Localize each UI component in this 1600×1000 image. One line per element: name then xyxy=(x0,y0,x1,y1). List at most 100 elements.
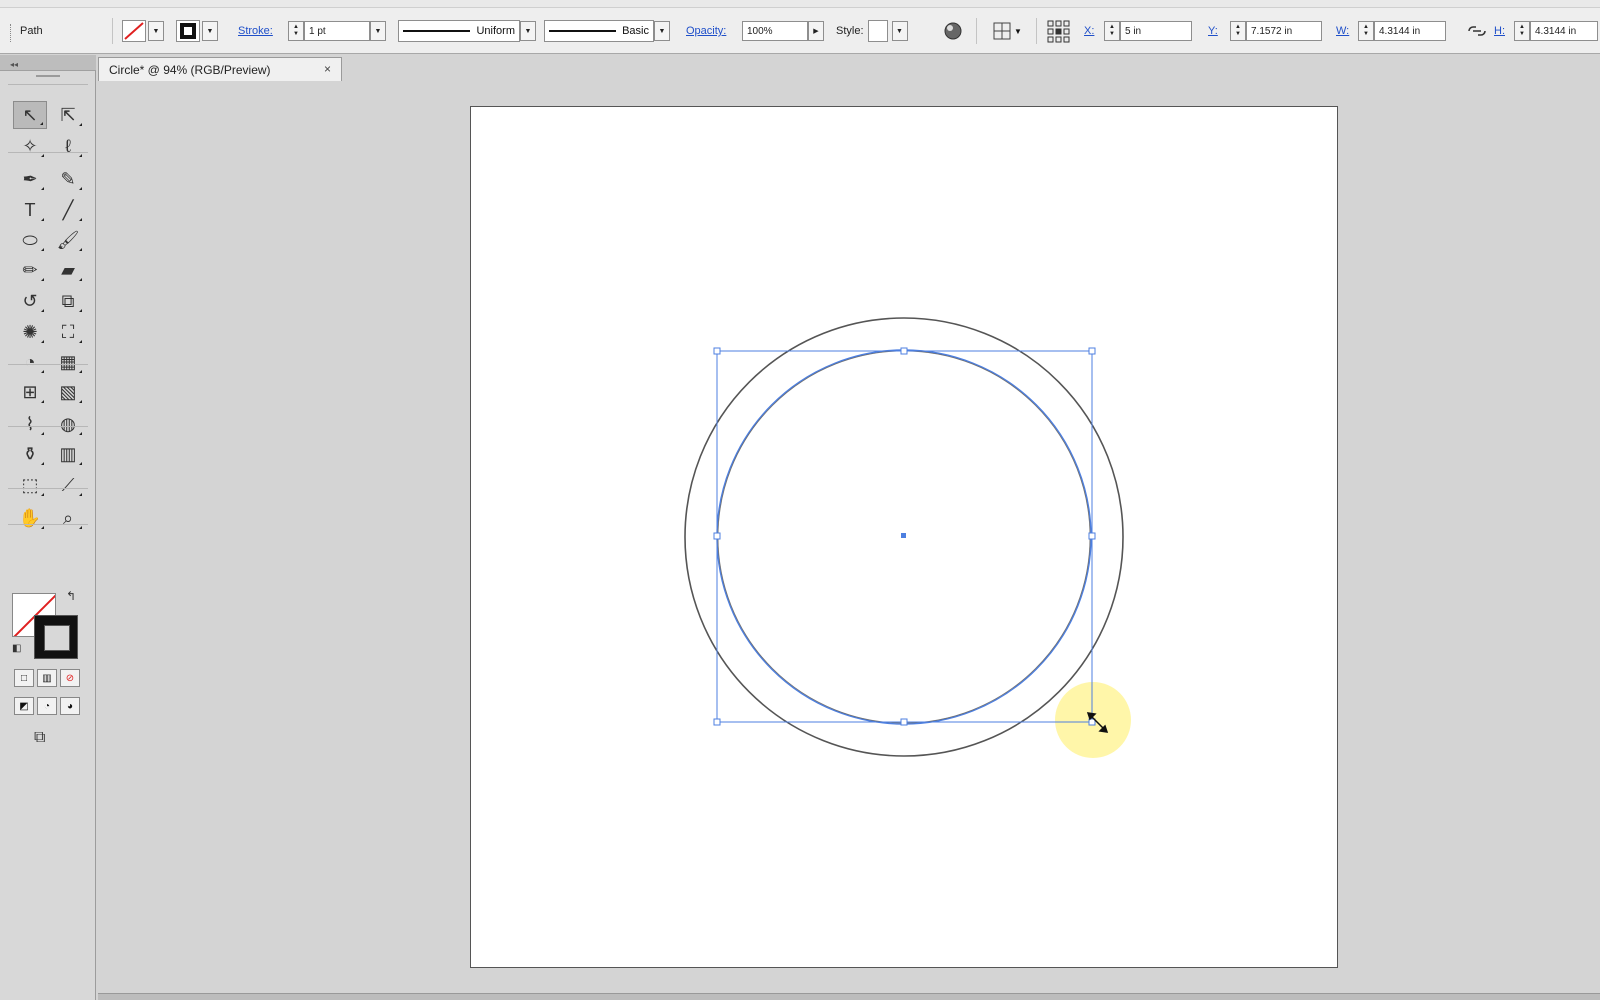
shape-builder-icon: ◔ xyxy=(24,351,36,372)
slice-tool[interactable]: ⟋ xyxy=(51,471,85,499)
stroke-weight-dropdown[interactable]: ▼ xyxy=(370,21,386,41)
tools-panel: ◂◂ ↰ ◧ □ ▥ ⊘ ◩ ◔ ◕ ⧉ ↖ ⇱ ✧ ℓ ✒ ✎ T ╱ ⬭ 🖌 ✏ ▰ ↺ ⧉ ✺ ⛶ ◔ ▦ ⊞… xyxy=(0,55,96,1000)
pen-tool[interactable]: ✒ xyxy=(13,165,47,193)
brush-label: Basic xyxy=(622,25,649,37)
free-transform-tool[interactable]: ⛶ xyxy=(51,318,85,346)
hand-tool[interactable]: ✋ xyxy=(13,504,47,532)
no-fill-icon xyxy=(124,22,144,40)
h-field[interactable]: 4.3144 in xyxy=(1530,21,1598,41)
mesh-tool[interactable]: ⊞ xyxy=(13,378,47,406)
tools-panel-header[interactable]: ◂◂ xyxy=(0,55,96,71)
tool-flyout-indicator xyxy=(79,340,82,343)
h-stepper[interactable]: ▲ ▼ xyxy=(1514,21,1530,41)
align-dropdown-icon[interactable]: ▼ xyxy=(1014,27,1022,36)
mesh-icon: ⊞ xyxy=(22,381,38,402)
tools-divider xyxy=(8,152,88,153)
artboard[interactable] xyxy=(470,106,1338,968)
column-graph-tool[interactable]: ▥ xyxy=(51,440,85,468)
fill-dropdown-arrow[interactable]: ▼ xyxy=(148,21,164,41)
w-label[interactable]: W: xyxy=(1336,25,1349,37)
shape-builder-tool[interactable]: ◔ xyxy=(13,348,47,376)
warp-tool[interactable]: ✺ xyxy=(13,318,47,346)
brush-dropdown[interactable]: ▼ xyxy=(654,21,670,41)
y-field[interactable]: 7.1572 in xyxy=(1246,21,1322,41)
scale-tool[interactable]: ⧉ xyxy=(51,287,85,315)
tool-flyout-indicator xyxy=(41,493,44,496)
ellipse-icon: ⬭ xyxy=(22,229,38,250)
x-stepper[interactable]: ▲ ▼ xyxy=(1104,21,1120,41)
stroke-label[interactable]: Stroke: xyxy=(238,25,273,37)
tools-divider xyxy=(8,364,88,365)
stroke-color-swatch[interactable] xyxy=(34,615,78,659)
tool-flyout-indicator xyxy=(41,526,44,529)
w-stepper[interactable]: ▲ ▼ xyxy=(1358,21,1374,41)
artboard-tool[interactable]: ⬚ xyxy=(13,471,47,499)
tools-divider xyxy=(8,84,88,85)
panel-collapse-icon[interactable]: ◂◂ xyxy=(10,60,18,69)
line-segment-tool[interactable]: ╱ xyxy=(51,196,85,224)
align-panel-icon[interactable] xyxy=(992,21,1012,41)
eraser-icon: ▰ xyxy=(61,259,75,280)
x-field[interactable]: 5 in xyxy=(1120,21,1192,41)
pencil-tool[interactable]: ✏ xyxy=(13,256,47,284)
perspective-grid-tool[interactable]: ▦ xyxy=(51,348,85,376)
stroke-dropdown-arrow[interactable]: ▼ xyxy=(202,21,218,41)
gradient-mode-icon[interactable]: ▥ xyxy=(37,669,57,687)
draw-inside-icon[interactable]: ◕ xyxy=(60,697,80,715)
stroke-weight-field[interactable]: 1 pt xyxy=(304,21,370,41)
tool-flyout-indicator xyxy=(79,154,82,157)
control-bar-grip[interactable] xyxy=(10,24,13,42)
rotate-tool[interactable]: ↺ xyxy=(13,287,47,315)
eraser-tool[interactable]: ▰ xyxy=(51,256,85,284)
tool-flyout-indicator xyxy=(41,370,44,373)
tool-flyout-indicator xyxy=(79,526,82,529)
tool-flyout-indicator xyxy=(79,309,82,312)
swap-fill-stroke-icon[interactable]: ↰ xyxy=(66,589,76,603)
symbol-sprayer-tool[interactable]: ⚱ xyxy=(13,440,47,468)
selection-tool[interactable]: ↖ xyxy=(13,101,47,129)
ellipse-tool[interactable]: ⬭ xyxy=(13,226,47,254)
constrain-proportions-icon[interactable] xyxy=(1466,23,1488,39)
zoom-tool[interactable]: ⌕ xyxy=(51,504,85,532)
magic-wand-tool[interactable]: ✧ xyxy=(13,132,47,160)
blend-tool[interactable]: ◍ xyxy=(51,410,85,438)
h-label[interactable]: H: xyxy=(1494,25,1505,37)
paintbrush-icon: 🖌 xyxy=(56,229,80,250)
control-bar: Path ▼ ▼ Stroke: ▲ ▼ 1 pt ▼ Uniform ▼ Bas… xyxy=(0,8,1600,54)
draw-normal-icon[interactable]: ◩ xyxy=(14,697,34,715)
default-colors-icon[interactable]: ◧ xyxy=(12,643,21,654)
lasso-tool[interactable]: ℓ xyxy=(51,132,85,160)
opacity-slider-arrow[interactable]: ▶ xyxy=(808,21,824,41)
fill-swatch[interactable] xyxy=(122,20,146,42)
opacity-field[interactable]: 100% xyxy=(742,21,808,41)
graphic-style-swatch[interactable] xyxy=(867,20,888,42)
draw-behind-icon[interactable]: ◔ xyxy=(37,697,57,715)
none-mode-icon[interactable]: ⊘ xyxy=(60,669,80,687)
stroke-weight-stepper[interactable]: ▲ ▼ xyxy=(288,21,304,41)
color-mode-icon[interactable]: □ xyxy=(14,669,34,687)
recolor-artwork-icon[interactable] xyxy=(942,20,964,42)
x-label[interactable]: X: xyxy=(1084,25,1094,37)
direct-selection-tool[interactable]: ⇱ xyxy=(51,101,85,129)
y-stepper[interactable]: ▲ ▼ xyxy=(1230,21,1246,41)
paintbrush-tool[interactable]: 🖌 xyxy=(51,226,85,254)
stroke-swatch[interactable] xyxy=(176,20,200,42)
variable-width-profile[interactable]: Uniform xyxy=(398,20,520,42)
document-tab[interactable]: Circle* @ 94% (RGB/Preview) × xyxy=(98,57,342,81)
separator xyxy=(976,18,977,44)
y-label[interactable]: Y: xyxy=(1208,25,1218,37)
graphic-style-dropdown[interactable]: ▼ xyxy=(891,21,908,41)
w-field[interactable]: 4.3144 in xyxy=(1374,21,1446,41)
brush-definition[interactable]: Basic xyxy=(544,20,654,42)
curvature-tool[interactable]: ✎ xyxy=(51,165,85,193)
type-tool[interactable]: T xyxy=(13,196,47,224)
close-icon[interactable]: × xyxy=(324,62,331,76)
tools-grip[interactable] xyxy=(36,75,60,77)
opacity-label[interactable]: Opacity: xyxy=(686,25,726,37)
reference-point-icon[interactable] xyxy=(1046,19,1070,43)
gradient-tool[interactable]: ▧ xyxy=(51,378,85,406)
variable-width-dropdown[interactable]: ▼ xyxy=(520,21,536,41)
screen-mode-icon[interactable]: ⧉ xyxy=(34,729,45,747)
selection-icon: ↖ xyxy=(22,104,38,125)
eyedropper-tool[interactable]: ⌇ xyxy=(13,410,47,438)
